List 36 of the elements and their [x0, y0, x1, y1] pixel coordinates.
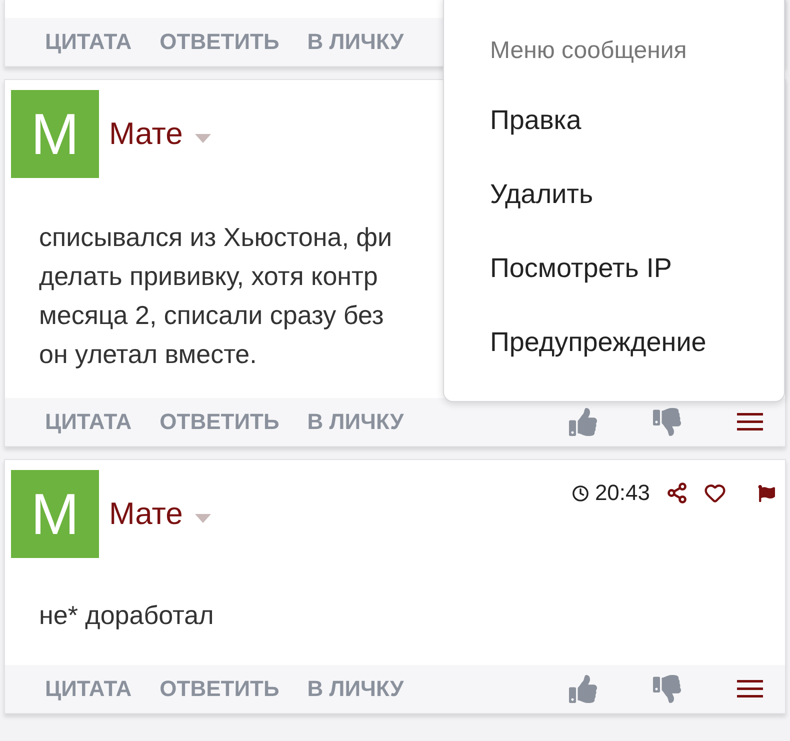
- share-icon[interactable]: [666, 482, 688, 504]
- menu-item[interactable]: Предупреждение: [490, 305, 706, 379]
- menu-item[interactable]: Правка: [490, 83, 582, 157]
- flag-icon[interactable]: [758, 484, 775, 502]
- action-link[interactable]: ОТВЕТИТЬ: [160, 29, 280, 55]
- post-text: месяца 2, списали сразу без: [39, 299, 384, 332]
- post-text: не* доработал: [39, 599, 214, 632]
- action-link[interactable]: ЦИТАТА: [45, 676, 132, 702]
- menu-title: Меню сообщения: [490, 36, 687, 66]
- author-name[interactable]: Мате: [109, 496, 183, 532]
- author-name[interactable]: Мате: [109, 116, 183, 152]
- thumbs-up-icon[interactable]: [569, 408, 597, 436]
- thumbs-down-icon[interactable]: [653, 408, 681, 436]
- action-link[interactable]: В ЛИЧКУ: [307, 409, 404, 435]
- menu-item[interactable]: Посмотреть IP: [490, 231, 672, 305]
- caret-icon[interactable]: [194, 514, 211, 523]
- caret-icon[interactable]: [194, 134, 211, 143]
- post-text: списывался из Хьюстона, фи: [39, 221, 392, 254]
- post-text: он улетал вместе.: [39, 338, 257, 371]
- post-time: 20:43: [594, 480, 650, 506]
- menu-item[interactable]: Удалить: [490, 157, 594, 231]
- menu-icon[interactable]: [737, 679, 763, 699]
- action-link[interactable]: В ЛИЧКУ: [307, 29, 404, 55]
- heart-icon[interactable]: [704, 482, 726, 504]
- thumbs-up-icon[interactable]: [569, 675, 597, 703]
- clock-icon: [572, 484, 589, 502]
- menu-icon[interactable]: [737, 412, 763, 432]
- avatar: M: [11, 90, 99, 178]
- action-link[interactable]: В ЛИЧКУ: [307, 676, 404, 702]
- action-link[interactable]: ОТВЕТИТЬ: [160, 676, 280, 702]
- post-text: делать прививку, хотя контр: [39, 260, 378, 293]
- avatar: M: [11, 470, 99, 558]
- action-link[interactable]: ОТВЕТИТЬ: [160, 409, 280, 435]
- action-link[interactable]: ЦИТАТА: [45, 29, 132, 55]
- action-link[interactable]: ЦИТАТА: [45, 409, 132, 435]
- thumbs-down-icon[interactable]: [653, 675, 681, 703]
